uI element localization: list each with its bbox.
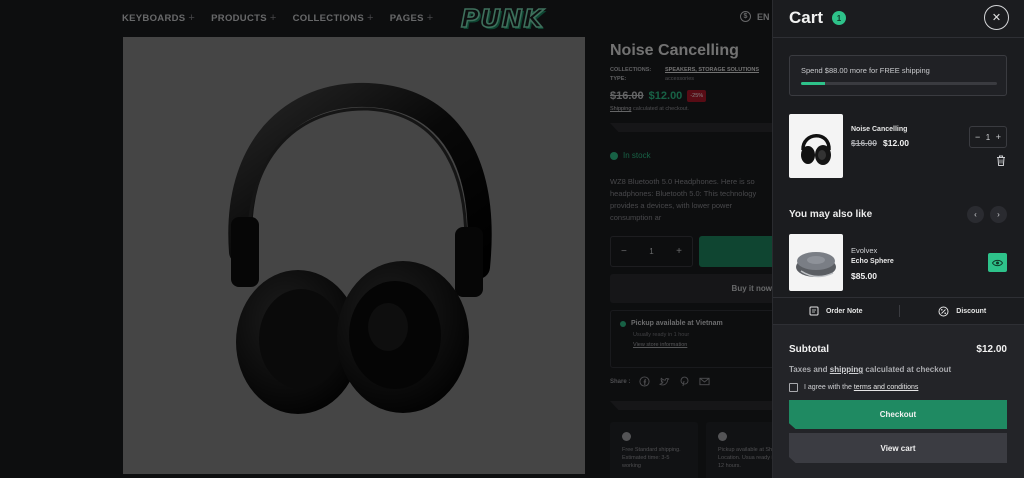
tax-text-end: calculated at checkout xyxy=(863,365,952,374)
cart-item-prices: $16.00 $12.00 xyxy=(851,138,909,148)
order-note-button[interactable]: Order Note xyxy=(773,306,899,316)
headphones-thumbnail xyxy=(801,134,831,165)
discount-label: Discount xyxy=(956,307,987,315)
divider xyxy=(773,37,1024,38)
shipping-progress-track xyxy=(801,82,997,85)
chevron-right-icon: › xyxy=(997,210,1000,219)
cart-count-badge: 1 xyxy=(832,11,847,25)
cart-drawer: Cart 1 ✕ Spend $88.00 more for FREE ship… xyxy=(772,0,1024,478)
terms-checkbox[interactable] xyxy=(789,383,798,392)
eye-icon xyxy=(992,259,1003,266)
close-cart-button[interactable]: ✕ xyxy=(984,5,1009,30)
also-like-title: You may also like xyxy=(789,209,873,220)
agree-text: I agree with the xyxy=(804,384,854,391)
trash-icon[interactable] xyxy=(996,155,1006,166)
note-icon xyxy=(809,306,819,316)
terms-agreement: I agree with the terms and conditions xyxy=(789,383,918,392)
tax-text: Taxes and xyxy=(789,365,830,374)
recommendation-name[interactable]: Echo Sphere xyxy=(851,258,894,265)
product-page: KEYBOARDS+ PRODUCTS+ COLLECTIONS+ PAGES+… xyxy=(0,0,1024,478)
cart-header: Cart 1 xyxy=(789,8,847,28)
checkout-button[interactable]: Checkout xyxy=(789,400,1007,429)
chevron-left-icon: ‹ xyxy=(974,210,977,219)
prev-arrow-button[interactable]: ‹ xyxy=(967,206,984,223)
cart-title: Cart xyxy=(789,8,824,27)
view-cart-button[interactable]: View cart xyxy=(789,433,1007,463)
order-note-label: Order Note xyxy=(825,307,863,315)
recommendation-brand: Evolvex xyxy=(851,246,878,255)
cart-item-price: $12.00 xyxy=(883,138,909,148)
tax-note: Taxes and shipping calculated at checkou… xyxy=(789,365,951,374)
cart-footer: Subtotal $12.00 Taxes and shipping calcu… xyxy=(773,325,1024,478)
cart-item-compare-price: $16.00 xyxy=(851,138,877,148)
free-shipping-message: Spend $88.00 more for FREE shipping xyxy=(801,66,930,75)
subtotal-value: $12.00 xyxy=(976,344,1007,355)
cart-item-name[interactable]: Noise Cancelling xyxy=(851,126,907,133)
terms-link[interactable]: terms and conditions xyxy=(854,384,919,391)
free-shipping-bar: Spend $88.00 more for FREE shipping xyxy=(789,55,1007,96)
cart-quantity-stepper: − 1 + xyxy=(969,126,1007,148)
discount-button[interactable]: Discount xyxy=(900,306,1024,317)
cart-tools: Order Note Discount xyxy=(773,297,1024,325)
discount-icon xyxy=(938,306,949,316)
minus-icon[interactable]: − xyxy=(975,132,980,142)
shipping-link[interactable]: shipping xyxy=(830,365,863,374)
speaker-thumbnail xyxy=(796,251,836,277)
recommendation-price: $85.00 xyxy=(851,271,877,281)
quick-view-button[interactable] xyxy=(988,253,1007,272)
recommendation-image[interactable] xyxy=(789,234,843,291)
subtotal-label: Subtotal xyxy=(789,344,829,355)
page-overlay[interactable] xyxy=(0,0,772,478)
next-arrow-button[interactable]: › xyxy=(990,206,1007,223)
plus-icon[interactable]: + xyxy=(996,132,1001,142)
shipping-progress-fill xyxy=(801,82,825,85)
close-icon: ✕ xyxy=(991,12,1002,24)
cart-quantity-value[interactable]: 1 xyxy=(986,133,990,142)
cart-item-image[interactable] xyxy=(789,114,843,178)
